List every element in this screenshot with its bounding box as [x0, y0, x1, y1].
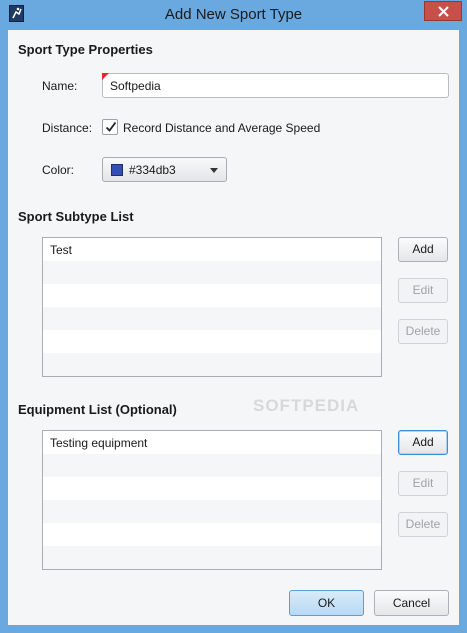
- dialog-window: Add New Sport Type Sport Type Properties…: [0, 0, 467, 633]
- name-label: Name:: [42, 79, 78, 93]
- title-bar[interactable]: Add New Sport Type: [0, 0, 467, 30]
- chevron-down-icon: [210, 168, 218, 173]
- equipment-delete-button[interactable]: Delete: [398, 512, 448, 537]
- empty-list-row: [43, 284, 381, 307]
- color-value: #334db3: [129, 163, 176, 177]
- subtype-add-button[interactable]: Add: [398, 237, 448, 262]
- distance-label: Distance:: [42, 121, 93, 135]
- subtype-delete-button[interactable]: Delete: [398, 319, 448, 344]
- softpedia-watermark: SOFTPEDIA: [253, 396, 360, 415]
- empty-list-row: [43, 261, 381, 284]
- subtype-section-title: Sport Subtype List: [18, 209, 134, 224]
- empty-list-row: [43, 523, 381, 546]
- color-label: Color:: [42, 163, 75, 177]
- empty-list-row: [43, 353, 381, 376]
- name-input[interactable]: [102, 73, 449, 98]
- empty-list-row: [43, 330, 381, 353]
- color-picker[interactable]: #334db3: [102, 157, 227, 182]
- equipment-section-title: Equipment List (Optional): [18, 402, 177, 417]
- color-swatch: [111, 164, 123, 176]
- properties-section-title: Sport Type Properties: [18, 42, 153, 57]
- equipment-list-item[interactable]: Testing equipment: [43, 431, 381, 454]
- subtype-edit-button[interactable]: Edit: [398, 278, 448, 303]
- ok-button[interactable]: OK: [289, 590, 364, 616]
- cancel-button[interactable]: Cancel: [374, 590, 449, 616]
- dialog-title: Add New Sport Type: [164, 6, 303, 23]
- empty-list-row: [43, 307, 381, 330]
- close-icon: [438, 6, 449, 17]
- dialog-content: Sport Type Properties Name: Distance: Re…: [8, 30, 459, 625]
- empty-list-row: [43, 477, 381, 500]
- equipment-edit-button[interactable]: Edit: [398, 471, 448, 496]
- close-button[interactable]: [424, 1, 462, 21]
- equipment-list[interactable]: Testing equipment: [42, 430, 382, 570]
- distance-option-label[interactable]: Record Distance and Average Speed: [123, 121, 320, 135]
- empty-list-row: [43, 454, 381, 477]
- subtype-list-item[interactable]: Test: [43, 238, 381, 261]
- checkmark-icon: [105, 121, 117, 132]
- distance-checkbox[interactable]: [102, 119, 118, 135]
- required-field-marker: [102, 73, 109, 80]
- subtype-list[interactable]: Test: [42, 237, 382, 377]
- empty-list-row: [43, 546, 381, 569]
- equipment-add-button[interactable]: Add: [398, 430, 448, 455]
- empty-list-row: [43, 500, 381, 523]
